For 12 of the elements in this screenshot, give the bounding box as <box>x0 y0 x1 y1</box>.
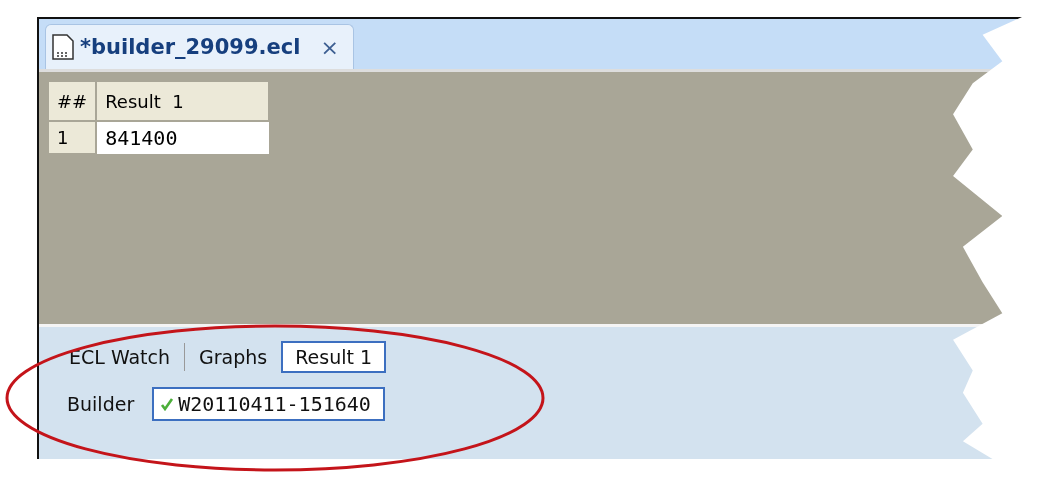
close-icon[interactable]: × <box>320 34 339 60</box>
result-tab[interactable]: Graphs <box>185 341 282 373</box>
editor-tab[interactable]: *builder_29099.ecl × <box>45 24 354 69</box>
column-header: Result 1 <box>96 81 270 121</box>
result-tab[interactable]: Result 1 <box>281 341 387 373</box>
column-header: ## <box>48 81 97 121</box>
file-icon <box>52 34 74 60</box>
tab-title: *builder_29099.ecl <box>80 35 301 59</box>
row-number: 1 <box>48 121 97 154</box>
workunit-label: Builder <box>67 393 135 415</box>
workunit-button[interactable]: W20110411-151640 <box>152 387 385 421</box>
table-cell: 841400 <box>96 121 270 154</box>
